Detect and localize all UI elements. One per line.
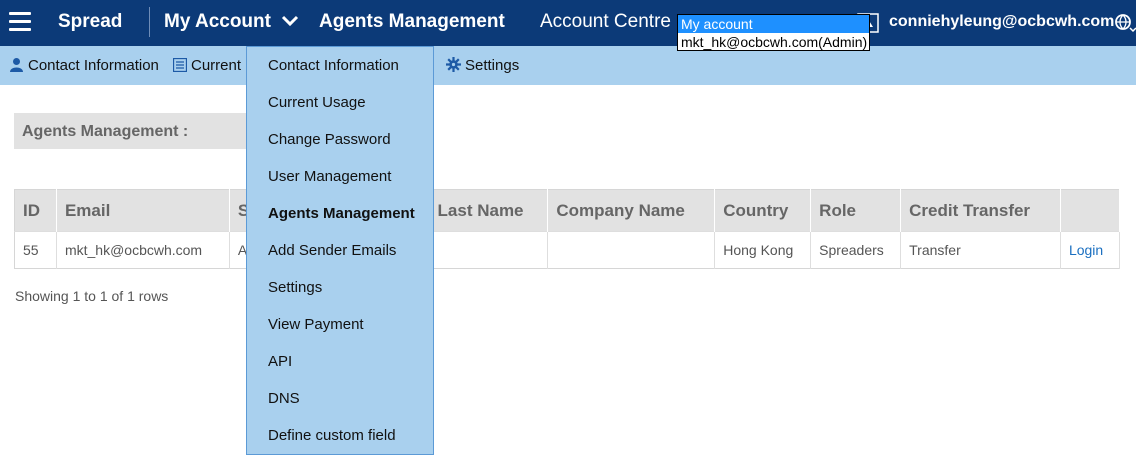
top-nav-bar: Spread My Account Agents Management Acco… — [0, 0, 1136, 51]
column-header-action — [1060, 189, 1121, 232]
menu-item-user-management[interactable]: User Management — [247, 158, 433, 195]
subnav-settings[interactable]: Settings — [446, 57, 519, 74]
page-title: Agents Management : — [22, 123, 189, 140]
cell-country: Hong Kong — [714, 231, 812, 269]
menu-item-add-sender-emails[interactable]: Add Sender Emails — [247, 232, 433, 269]
my-account-dropdown-menu: Contact Information Current Usage Change… — [246, 46, 434, 455]
my-account-menu-button[interactable]: My Account — [164, 11, 271, 33]
app-window: Spread My Account Agents Management Acco… — [0, 0, 1136, 456]
menu-item-view-payment[interactable]: View Payment — [247, 306, 433, 343]
list-icon — [172, 57, 188, 73]
menu-item-contact-information[interactable]: Contact Information — [247, 47, 433, 84]
menu-item-define-custom-field[interactable]: Define custom field — [247, 417, 433, 454]
pagination-info: Showing 1 to 1 of 1 rows — [15, 288, 169, 304]
subnav-current-usage[interactable]: Current U — [172, 57, 256, 74]
user-email[interactable]: conniehyleung@ocbcwh.com — [889, 13, 1114, 31]
column-header-role[interactable]: Role — [810, 189, 902, 232]
login-link[interactable]: Login — [1060, 231, 1121, 269]
column-header-company-name[interactable]: Company Name — [547, 189, 716, 232]
account-option-my-account[interactable]: My account — [678, 15, 869, 33]
column-header-id[interactable]: ID — [14, 189, 57, 232]
user-icon — [10, 58, 23, 72]
account-centre-label: Account Centre : — [540, 11, 682, 32]
cell-credit-transfer[interactable]: Transfer — [900, 231, 1061, 269]
menu-item-api[interactable]: API — [247, 343, 433, 380]
cell-company-name — [547, 231, 716, 269]
column-header-email[interactable]: Email — [56, 189, 230, 232]
menu-item-current-usage[interactable]: Current Usage — [247, 84, 433, 121]
table-header-row: ID Email S Last Name Company Name Countr… — [14, 189, 1121, 232]
brand-link[interactable]: Spread — [58, 11, 122, 33]
menu-item-settings[interactable]: Settings — [247, 269, 433, 306]
subnav-contact-information-label: Contact Information — [28, 57, 159, 74]
sub-nav-bar: Contact Information Current U Settings — [0, 46, 1136, 85]
account-centre-select[interactable]: My account mkt_hk@ocbcwh.com(Admin) — [677, 14, 870, 51]
cell-last-name — [429, 231, 549, 269]
cell-role: Spreaders — [810, 231, 902, 269]
agents-table: ID Email S Last Name Company Name Countr… — [14, 189, 1121, 269]
gear-icon — [446, 57, 461, 72]
column-header-credit-transfer[interactable]: Credit Transfer — [900, 189, 1061, 232]
nav-divider — [149, 7, 150, 37]
column-header-last-name[interactable]: Last Name — [429, 189, 549, 232]
cell-id: 55 — [14, 231, 57, 269]
subnav-settings-label: Settings — [465, 57, 520, 74]
globe-icon[interactable] — [1114, 13, 1136, 33]
menu-item-dns[interactable]: DNS — [247, 380, 433, 417]
menu-item-agents-management[interactable]: Agents Management — [247, 195, 433, 232]
menu-icon[interactable] — [9, 12, 31, 32]
table-row: 55 mkt_hk@ocbcwh.com A Hong Kong Spreade… — [14, 231, 1121, 269]
chevron-down-icon[interactable] — [281, 12, 299, 30]
account-option-admin[interactable]: mkt_hk@ocbcwh.com(Admin) — [678, 33, 869, 51]
subnav-contact-information[interactable]: Contact Information — [9, 57, 159, 74]
agents-management-nav-link[interactable]: Agents Management — [319, 11, 505, 33]
column-header-country[interactable]: Country — [714, 189, 812, 232]
cell-email: mkt_hk@ocbcwh.com — [56, 231, 230, 269]
menu-item-change-password[interactable]: Change Password — [247, 121, 433, 158]
